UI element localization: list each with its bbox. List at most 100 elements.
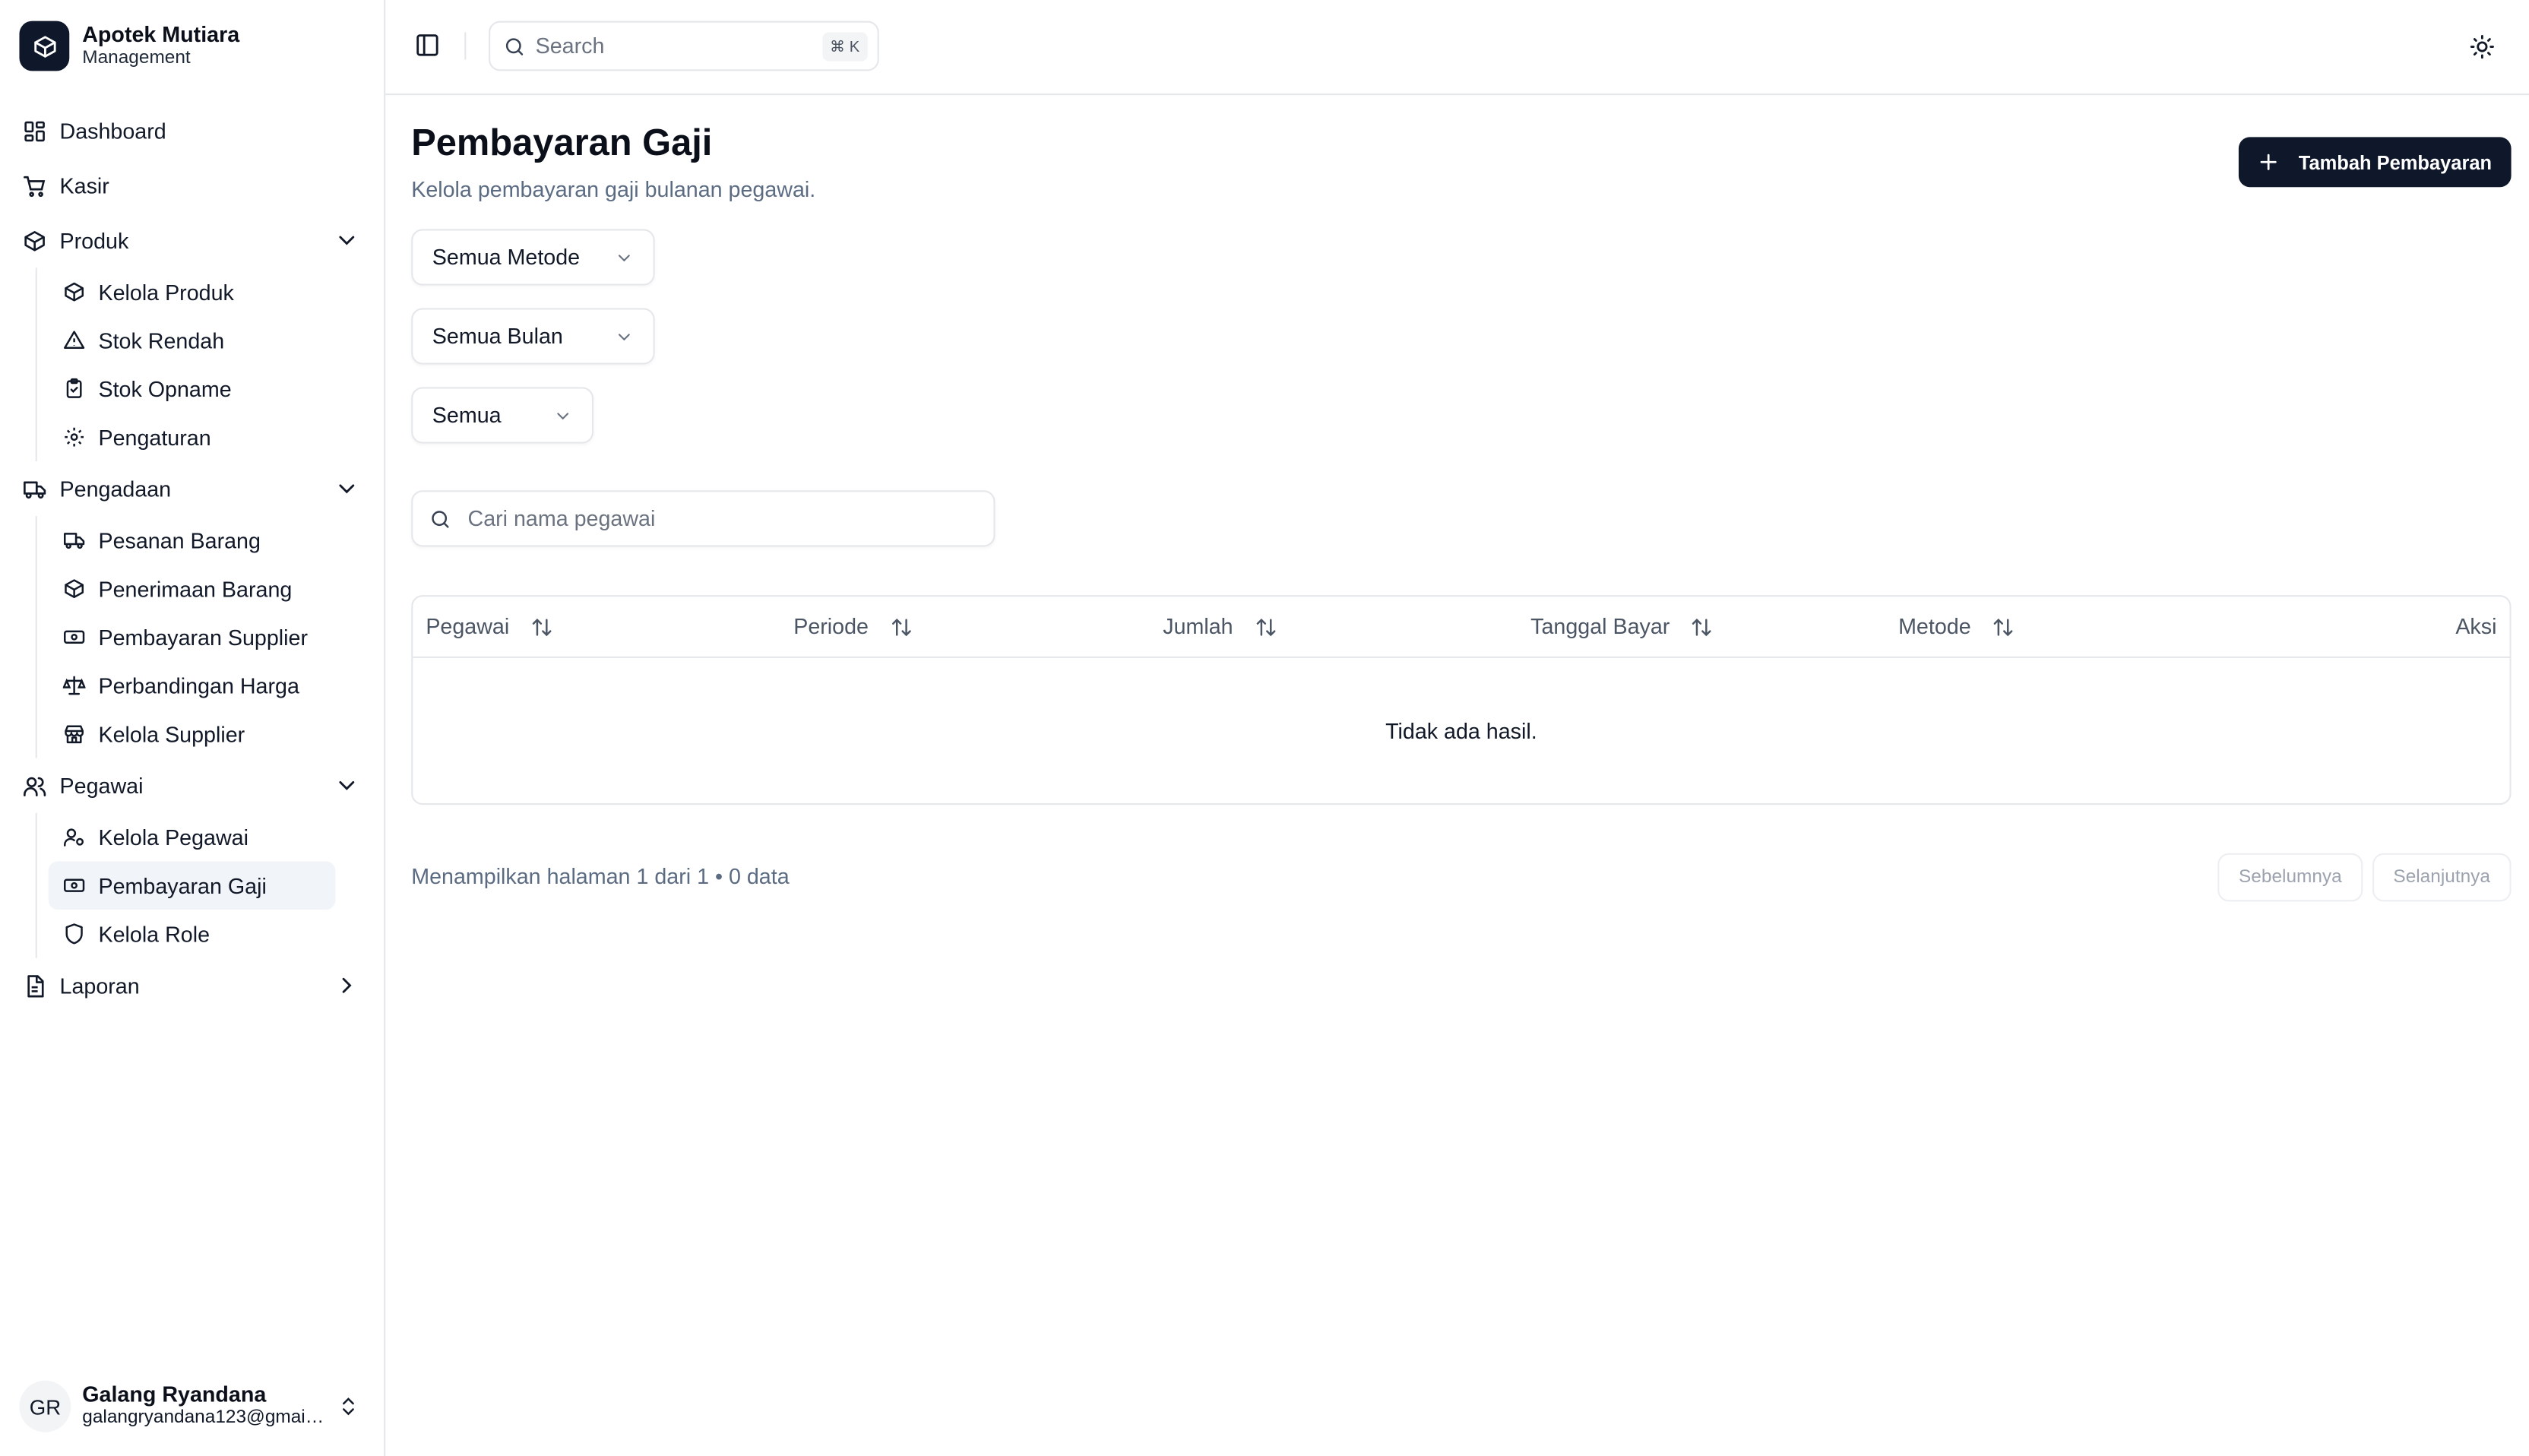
sidebar-item-label: Perbandingan Harga: [98, 673, 299, 698]
sidebar-item-pesanan-barang[interactable]: Pesanan Barang: [49, 516, 336, 565]
users-icon: [21, 773, 47, 799]
sidebar-item-kelola-supplier[interactable]: Kelola Supplier: [49, 710, 336, 758]
sidebar-nav: Dashboard Kasir Produk Kelola Produk Sto…: [0, 103, 385, 1013]
chevron-right-icon: [342, 977, 352, 993]
month-filter-value: Semua Bulan: [432, 324, 563, 349]
column-label: Jumlah: [1163, 614, 1233, 639]
sidebar-sub-pengadaan: Pesanan Barang Penerimaan Barang Pembaya…: [35, 516, 386, 758]
shortcut-hint: ⌘ K: [821, 32, 868, 62]
employee-search-placeholder: Cari nama pegawai: [467, 506, 656, 531]
pagination-info: Menampilkan halaman 1 dari 1 • 0 data: [411, 864, 790, 889]
store-icon: [62, 721, 87, 747]
user-cog-icon: [62, 825, 87, 850]
sidebar-item-kelola-produk[interactable]: Kelola Produk: [49, 267, 336, 316]
scale-icon: [62, 673, 87, 698]
sort-icon: [890, 616, 913, 638]
method-filter-select[interactable]: Semua Metode: [411, 229, 655, 286]
brand[interactable]: Apotek Mutiara Management: [19, 21, 239, 71]
status-filter-select[interactable]: Semua: [411, 387, 594, 444]
employee-search-input[interactable]: Cari nama pegawai: [411, 490, 995, 547]
page-subtitle: Kelola pembayaran gaji bulanan pegawai.: [411, 177, 816, 202]
sidebar-item-label: Kelola Pegawai: [98, 825, 249, 850]
sidebar-item-label: Pesanan Barang: [98, 528, 261, 552]
sort-icon: [1691, 616, 1714, 638]
brand-title: Apotek Mutiara: [82, 22, 240, 47]
package-icon: [62, 576, 87, 602]
brand-subtitle: Management: [82, 47, 191, 68]
column-header-metode[interactable]: Metode: [1898, 615, 2015, 638]
chevron-down-icon: [339, 780, 355, 790]
sidebar-item-pengaturan[interactable]: Pengaturan: [49, 413, 336, 461]
shield-icon: [62, 921, 87, 947]
sidebar-toggle-icon[interactable]: [414, 32, 440, 58]
chevron-down-icon: [557, 413, 569, 420]
search-placeholder: Search: [535, 33, 605, 59]
sidebar-group-pegawai[interactable]: Pegawai: [0, 758, 385, 813]
sidebar-group-produk[interactable]: Produk: [0, 213, 385, 267]
sidebar-item-label: Stok Opname: [98, 376, 232, 401]
sidebar-item-label: Penerimaan Barang: [98, 576, 293, 601]
plus-icon: [2258, 152, 2280, 173]
column-label: Tanggal Bayar: [1530, 614, 1670, 639]
add-payment-button[interactable]: Tambah Pembayaran: [2239, 137, 2512, 188]
sidebar-item-label: Kelola Supplier: [98, 721, 245, 746]
user-menu[interactable]: GR Galang Ryandana galangryandana123@gma…: [19, 1380, 366, 1432]
sort-icon: [1992, 616, 2015, 638]
payments-table: Pegawai Periode Jumlah Tanggal Bayar Met…: [411, 595, 2512, 806]
sidebar-item-pembayaran-gaji[interactable]: Pembayaran Gaji: [48, 861, 336, 910]
sidebar-item-label: Kelola Role: [98, 921, 210, 946]
clipboard-check-icon: [62, 376, 87, 402]
table-header: Pegawai Periode Jumlah Tanggal Bayar Met…: [413, 597, 2510, 658]
sidebar-item-label: Pembayaran Gaji: [98, 873, 267, 898]
sidebar-item-stok-opname[interactable]: Stok Opname: [49, 365, 336, 413]
user-email: galangryandana123@gmail.com: [82, 1408, 324, 1428]
gear-icon: [62, 424, 87, 450]
sidebar-group-laporan[interactable]: Laporan: [0, 958, 385, 1013]
sun-icon[interactable]: [2469, 34, 2495, 60]
sidebar-item-kelola-pegawai[interactable]: Kelola Pegawai: [49, 813, 336, 862]
sort-icon: [530, 616, 553, 638]
chevron-down-icon: [618, 334, 630, 341]
column-header-pegawai[interactable]: Pegawai: [426, 614, 553, 639]
sidebar-item-kelola-role[interactable]: Kelola Role: [49, 910, 336, 958]
sidebar-item-label: Pembayaran Supplier: [98, 625, 309, 650]
column-label: Aksi: [2455, 614, 2497, 639]
sidebar-item-kasir[interactable]: Kasir: [0, 158, 385, 213]
sidebar-item-perbandingan-harga[interactable]: Perbandingan Harga: [49, 661, 336, 710]
package-icon: [62, 279, 87, 305]
package-icon: [21, 227, 47, 253]
sidebar-item-pembayaran-supplier[interactable]: Pembayaran Supplier: [49, 613, 336, 662]
next-page-button[interactable]: Selanjutnya: [2372, 853, 2512, 902]
column-label: Pegawai: [426, 614, 510, 639]
sidebar-item-label: Kasir: [59, 173, 109, 198]
warning-triangle-icon: [62, 328, 87, 353]
sidebar-item-stok-rendah[interactable]: Stok Rendah: [49, 316, 336, 365]
sidebar-group-pengadaan[interactable]: Pengadaan: [0, 461, 385, 516]
sidebar-sub-produk: Kelola Produk Stok Rendah Stok Opname Pe…: [35, 267, 386, 462]
sidebar-sub-pegawai: Kelola Pegawai Pembayaran Gaji Kelola Ro…: [35, 812, 386, 958]
column-header-tanggal-bayar[interactable]: Tanggal Bayar: [1530, 614, 1714, 639]
dashboard-icon: [21, 118, 47, 144]
shopping-cart-icon: [21, 173, 47, 198]
chevron-down-icon: [339, 236, 355, 245]
sidebar-item-label: Pegawai: [59, 773, 144, 798]
sidebar-item-label: Kelola Produk: [98, 280, 234, 305]
chevron-down-icon: [339, 484, 355, 494]
column-label: Periode: [793, 614, 869, 639]
global-search-input[interactable]: Search ⌘ K: [489, 21, 879, 71]
column-header-aksi: Aksi: [2455, 615, 2496, 639]
month-filter-select[interactable]: Semua Bulan: [411, 308, 655, 365]
sidebar-item-label: Produk: [59, 228, 129, 253]
chevron-down-icon: [618, 255, 630, 262]
column-header-jumlah[interactable]: Jumlah: [1163, 614, 1277, 639]
column-header-periode[interactable]: Periode: [793, 614, 913, 639]
user-name: Galang Ryandana: [82, 1382, 267, 1407]
sidebar-item-dashboard[interactable]: Dashboard: [0, 103, 385, 158]
sort-icon: [1254, 616, 1277, 638]
banknote-icon: [62, 624, 87, 650]
sidebar-item-label: Laporan: [59, 973, 140, 998]
truck-icon: [21, 476, 47, 502]
sidebar-item-penerimaan-barang[interactable]: Penerimaan Barang: [49, 565, 336, 613]
sidebar-item-label: Stok Rendah: [98, 328, 225, 353]
previous-page-button[interactable]: Sebelumnya: [2217, 853, 2363, 902]
